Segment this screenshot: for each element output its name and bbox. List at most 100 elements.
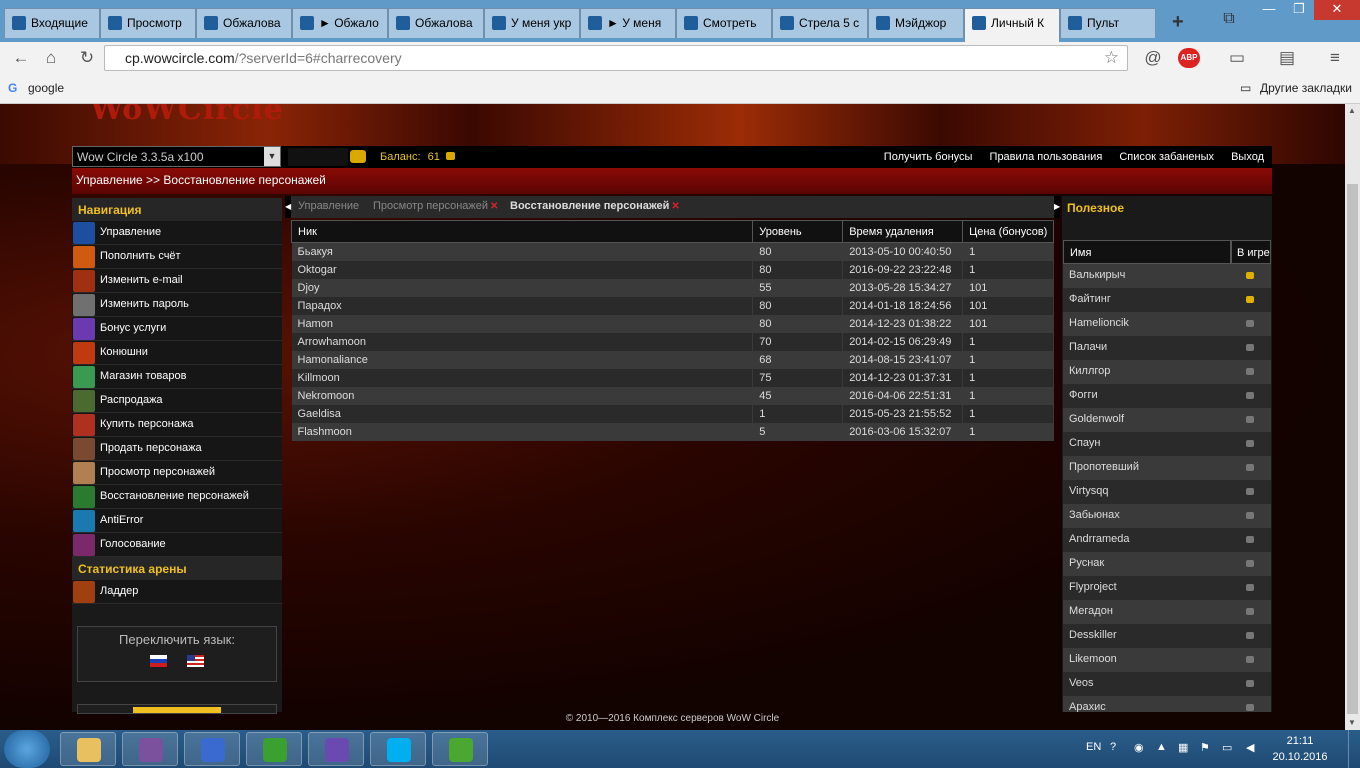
site-logo[interactable]: WoWCircle [90, 104, 284, 127]
table-row[interactable]: Бьакуя 80 2013-05-10 00:40:50 1 [291, 242, 1054, 261]
browser-tab[interactable]: Смотреть [676, 8, 772, 38]
chat-icon[interactable]: ▭ [1226, 48, 1248, 68]
player-row[interactable]: Likemoon [1063, 648, 1271, 672]
network-icon[interactable]: ▦ [1178, 741, 1188, 754]
table-row[interactable]: Парадох 80 2014-01-18 18:24:56 101 [291, 296, 1054, 315]
close-tab-icon[interactable]: ✕ [671, 201, 679, 212]
table-row[interactable]: Arrowhamoon 70 2014-02-15 06:29:49 1 [291, 332, 1054, 351]
bookmark-star-icon[interactable]: ☆ [1104, 48, 1119, 68]
nav-item[interactable]: Восстановление персонажей [72, 485, 282, 509]
browser-tab[interactable]: Обжалова [196, 8, 292, 38]
player-row[interactable]: Файтинг [1063, 288, 1271, 312]
player-row[interactable]: Киллгор [1063, 360, 1271, 384]
table-row[interactable]: Djoy 55 2013-05-28 15:34:27 101 [291, 278, 1054, 297]
browser-tab[interactable]: У меня укр [484, 8, 580, 38]
flag-icon[interactable]: ⚑ [1200, 741, 1210, 754]
table-row[interactable]: Oktogar 80 2016-09-22 23:22:48 1 [291, 260, 1054, 279]
close-tab-icon[interactable]: ✕ [490, 201, 498, 212]
col-level[interactable]: Уровень [752, 220, 844, 243]
nav-item[interactable]: Бонус услуги [72, 317, 282, 341]
browser-tab[interactable]: ► Обжало [292, 8, 388, 38]
adblock-icon[interactable]: ABP [1178, 48, 1200, 68]
taskbar-app[interactable] [122, 732, 178, 766]
nav-item[interactable]: AntiError [72, 509, 282, 533]
player-row[interactable]: Фогги [1063, 384, 1271, 408]
tray-expand-icon[interactable]: ▲ [1156, 741, 1167, 753]
player-row[interactable]: Мегадон [1063, 600, 1271, 624]
link-logout[interactable]: Выход [1231, 151, 1264, 163]
nav-item[interactable]: Магазин товаров [72, 365, 282, 389]
player-row[interactable]: Палачи [1063, 336, 1271, 360]
browser-tab[interactable]: Входящие [4, 8, 100, 38]
taskbar-app[interactable] [60, 732, 116, 766]
nav-item[interactable]: Голосование [72, 533, 282, 557]
col-nick[interactable]: Ник [290, 220, 754, 243]
minimize-icon[interactable]: — [1252, 0, 1286, 20]
us-flag-icon[interactable] [187, 655, 204, 667]
col-delete-time[interactable]: Время удаления [842, 220, 964, 243]
scrollbar-thumb[interactable] [1347, 184, 1358, 714]
bookmark-other[interactable]: Другие закладки [1260, 81, 1352, 95]
reader-icon[interactable]: ▤ [1276, 48, 1298, 68]
tabs-left-arrow-icon[interactable]: ◀ [285, 196, 291, 218]
nav-item[interactable]: Пополнить счёт [72, 245, 282, 269]
page-scrollbar[interactable]: ▲ ▼ [1345, 104, 1360, 730]
menu-icon[interactable]: ≡ [1324, 48, 1346, 68]
close-window-icon[interactable]: ✕ [1314, 0, 1360, 20]
chevron-down-icon[interactable]: ▼ [264, 147, 280, 166]
show-desktop-button[interactable] [1348, 730, 1360, 768]
tab-management[interactable]: Управление [298, 200, 359, 212]
nav-item[interactable]: Продать персонажа [72, 437, 282, 461]
volume-icon[interactable]: ◀ [1246, 741, 1254, 754]
nav-item[interactable]: Просмотр персонажей [72, 461, 282, 485]
player-row[interactable]: Andrrameda [1063, 528, 1271, 552]
link-get-bonuses[interactable]: Получить бонусы [884, 151, 973, 163]
home-icon[interactable]: ⌂ [40, 48, 62, 68]
link-banned-list[interactable]: Список забаненых [1119, 151, 1214, 163]
nav-item[interactable]: Купить персонажа [72, 413, 282, 437]
player-row[interactable]: Flyproject [1063, 576, 1271, 600]
scroll-up-icon[interactable]: ▲ [1348, 106, 1356, 115]
taskbar-app[interactable] [370, 732, 426, 766]
player-row[interactable]: Руснак [1063, 552, 1271, 576]
nav-item[interactable]: Управление [72, 221, 282, 245]
table-row[interactable]: Flashmoon 5 2016-03-06 15:32:07 1 [291, 422, 1054, 441]
table-row[interactable]: Nekromoon 45 2016-04-06 22:51:31 1 [291, 386, 1054, 405]
browser-tab[interactable]: Обжалова [388, 8, 484, 38]
col-price[interactable]: Цена (бонусов) [962, 220, 1054, 243]
language-indicator[interactable]: EN [1086, 741, 1101, 753]
taskbar-app[interactable] [432, 732, 488, 766]
display-icon[interactable]: ▭ [1222, 741, 1232, 754]
start-button-icon[interactable] [4, 730, 50, 768]
restore-icon[interactable]: ❐ [1282, 0, 1316, 20]
tab-character-recovery[interactable]: Восстановление персонажей ✕ [510, 200, 680, 212]
bookmark-google[interactable]: google [28, 81, 64, 95]
col-player-name[interactable]: Имя [1063, 240, 1231, 264]
help-icon[interactable]: ? [1110, 741, 1116, 753]
clock[interactable]: 21:11 20.10.2016 [1270, 733, 1330, 765]
table-row[interactable]: Gaeldisa 1 2015-05-23 21:55:52 1 [291, 404, 1054, 423]
player-row[interactable]: Goldenwolf [1063, 408, 1271, 432]
table-row[interactable]: Killmoon 75 2014-12-23 01:37:31 1 [291, 368, 1054, 387]
tabs-right-arrow-icon[interactable]: ▶ [1054, 196, 1060, 218]
table-row[interactable]: Hamonaliance 68 2014-08-15 23:41:07 1 [291, 350, 1054, 369]
tray-app-icon[interactable]: ◉ [1134, 741, 1144, 754]
browser-tab[interactable]: Просмотр [100, 8, 196, 38]
nav-item[interactable]: Ладдер [72, 580, 282, 604]
player-row[interactable]: Desskiller [1063, 624, 1271, 648]
link-rules[interactable]: Правила пользования [990, 151, 1103, 163]
player-row[interactable]: Hamelioncik [1063, 312, 1271, 336]
tab-list-icon[interactable]: ⧉ [1212, 10, 1246, 30]
table-row[interactable]: Hamon 80 2014-12-23 01:38:22 101 [291, 314, 1054, 333]
nav-item[interactable]: Изменить пароль [72, 293, 282, 317]
at-icon[interactable]: @ [1142, 48, 1164, 68]
server-select[interactable]: Wow Circle 3.3.5a x100 ▼ [72, 146, 281, 167]
nav-item[interactable]: Изменить e-mail [72, 269, 282, 293]
browser-tab[interactable]: Стрела 5 с [772, 8, 868, 38]
back-icon[interactable]: ← [10, 48, 32, 68]
taskbar-app[interactable] [308, 732, 364, 766]
col-online[interactable]: В игре [1231, 240, 1271, 264]
player-row[interactable]: Пропотевший [1063, 456, 1271, 480]
nav-item[interactable]: Конюшни [72, 341, 282, 365]
browser-tab[interactable]: Пульт [1060, 8, 1156, 38]
